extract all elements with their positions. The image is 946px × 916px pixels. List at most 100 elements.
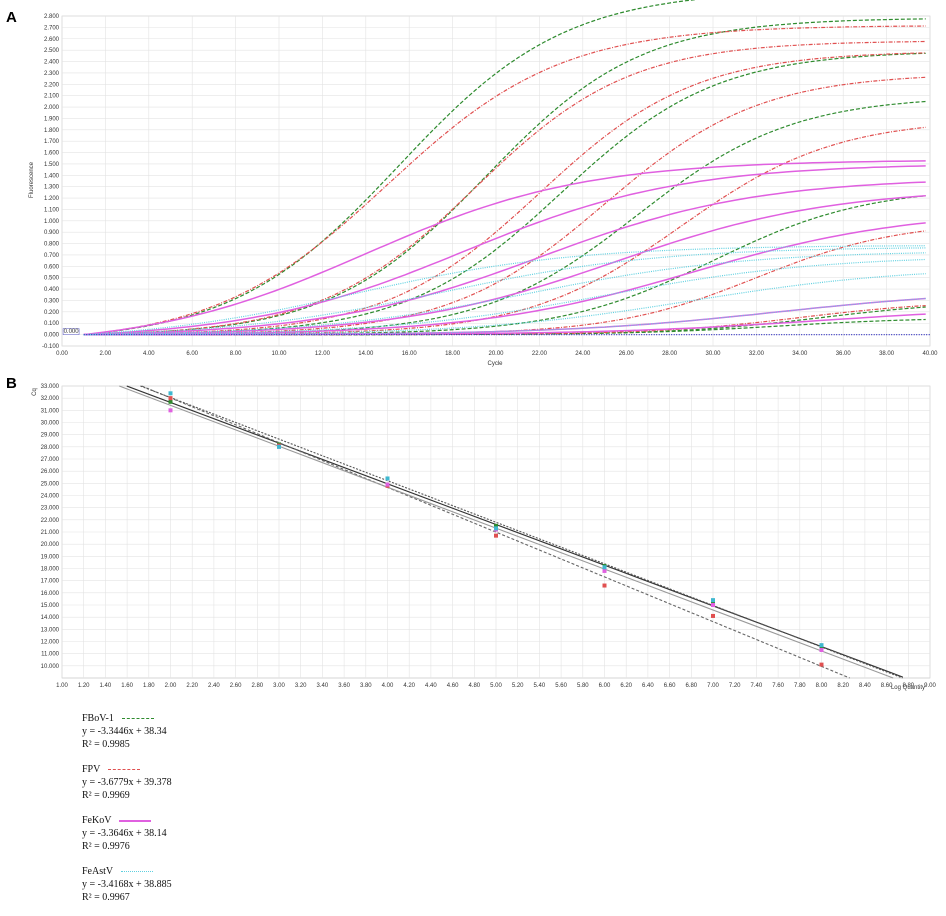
x-tick-label: 1.40: [100, 683, 112, 689]
y-tick-label: 12.000: [41, 640, 60, 646]
legend-entry-fbov1: FBoV-1 y = -3.3446x + 38.34 R² = 0.9985: [82, 712, 382, 751]
regression-legend: FBoV-1 y = -3.3446x + 38.34 R² = 0.9985 …: [82, 712, 382, 916]
data-point-fpv: [711, 613, 715, 618]
x-tick-label: 30.00: [705, 351, 721, 357]
y-tick-label: 1.400: [44, 173, 60, 179]
y-tick-label: 30.000: [41, 421, 60, 427]
x-tick-label: 34.00: [792, 351, 808, 357]
x-tick-label: 6.40: [642, 683, 654, 689]
legend-equation: y = -3.4168x + 38.885: [82, 879, 172, 890]
x-tick-label: 3.40: [317, 683, 329, 689]
x-tick-label: 5.20: [512, 683, 524, 689]
x-tick-label: 24.00: [575, 351, 591, 357]
legend-entry-feastv: FeAstV y = -3.4168x + 38.885 R² = 0.9967: [82, 865, 382, 904]
y-tick-label: 2.700: [44, 25, 60, 31]
data-point-fbov-1: [168, 399, 173, 404]
y-tick-label: 2.800: [44, 14, 60, 20]
x-tick-label: 3.80: [360, 683, 372, 689]
x-tick-label: 28.00: [662, 351, 678, 357]
y-tick-label: 2.300: [44, 71, 60, 77]
y-tick-label: 1.500: [44, 162, 60, 168]
legend-name: FPV: [82, 764, 101, 775]
x-tick-label: 4.20: [403, 683, 415, 689]
x-tick-label: 1.60: [121, 683, 133, 689]
x-tick-label: 7.00: [707, 683, 719, 689]
y-tick-label: 0.700: [44, 253, 60, 259]
y-tick-label: 29.000: [41, 433, 60, 439]
y-tick-label: 18.000: [41, 567, 60, 573]
y-tick-label: 23.000: [41, 506, 60, 512]
x-axis-label: Cycle: [487, 361, 503, 367]
y-tick-label: 14.000: [41, 615, 60, 621]
x-tick-label: 32.00: [749, 351, 765, 357]
y-tick-label: 1.600: [44, 151, 60, 157]
x-tick-label: 4.00: [382, 683, 394, 689]
y-tick-label: 2.200: [44, 82, 60, 88]
data-point-fpv: [602, 583, 607, 588]
x-tick-label: 7.80: [794, 683, 806, 689]
y-tick-label: 31.000: [41, 408, 60, 414]
x-axis-label: Log Quantity: [891, 685, 925, 691]
y-tick-label: 0.800: [44, 242, 60, 248]
y-tick-label: 27.000: [41, 457, 60, 463]
x-tick-label: 3.60: [338, 683, 350, 689]
y-tick-label: -0.100: [42, 344, 60, 350]
legend-r2: R² = 0.9976: [82, 841, 130, 852]
y-tick-label: 24.000: [41, 494, 60, 500]
legend-entry-fekov: FeKoV y = -3.3646x + 38.14 R² = 0.9976: [82, 814, 382, 853]
y-tick-label: 1.800: [44, 128, 60, 134]
x-tick-label: 1.80: [143, 683, 155, 689]
y-tick-label: 0.200: [44, 310, 60, 316]
x-tick-label: 8.40: [859, 683, 871, 689]
y-tick-label: 15.000: [41, 603, 60, 609]
x-tick-label: 2.40: [208, 683, 220, 689]
x-tick-label: 3.00: [273, 683, 285, 689]
threshold-label: 0.000: [64, 329, 80, 335]
x-tick-label: 18.00: [445, 351, 461, 357]
y-tick-label: 20.000: [41, 542, 60, 548]
y-tick-label: 26.000: [41, 469, 60, 475]
data-point-feastv: [494, 526, 498, 531]
x-tick-label: 6.20: [620, 683, 632, 689]
x-tick-label: 2.20: [186, 683, 198, 689]
y-tick-label: 2.400: [44, 60, 60, 66]
x-tick-label: 40.00: [922, 351, 938, 357]
data-point-fekov: [168, 408, 173, 413]
x-tick-label: 4.40: [425, 683, 437, 689]
x-tick-label: 36.00: [836, 351, 852, 357]
y-tick-label: 28.000: [41, 445, 60, 451]
x-tick-label: 22.00: [532, 351, 548, 357]
x-tick-label: 3.20: [295, 683, 307, 689]
x-tick-label: 5.80: [577, 683, 589, 689]
data-point-fpv: [168, 396, 173, 401]
data-point-feastv: [819, 643, 824, 648]
data-point-fekov: [602, 568, 607, 573]
amplification-chart: A 0.00 2.00 4.00 6.00 8.00 10.00 12.00 14.00 16.…: [6, 0, 938, 367]
y-tick-label: 1.900: [44, 116, 60, 122]
legend-equation: y = -3.3446x + 38.34: [82, 726, 167, 737]
y-tick-label: 0.100: [44, 321, 60, 327]
x-tick-label: 20.00: [488, 351, 504, 357]
legend-swatch: [119, 819, 152, 822]
x-tick-label: 6.80: [685, 683, 697, 689]
y-tick-label: 1.300: [44, 185, 60, 191]
y-tick-label: 0.600: [44, 264, 60, 270]
legend-swatch: [121, 871, 154, 873]
x-tick-label: 4.80: [468, 683, 480, 689]
x-tick-label: 16.00: [402, 351, 418, 357]
data-point-fpv: [494, 533, 498, 538]
standard-curve-chart: B 1.00 1.20 1.40 1.60 1.80 2.00 2.20 2.40 2.60 2.…: [6, 375, 936, 691]
x-tick-label: 8.00: [816, 683, 828, 689]
y-axis-label: Fluorescence: [29, 161, 35, 198]
y-tick-label: 33.000: [41, 384, 60, 390]
x-tick-label: 10.00: [271, 351, 287, 357]
data-point-feastv: [168, 391, 173, 396]
legend-swatch: [121, 718, 154, 720]
x-tick-label: 0.00: [56, 351, 68, 357]
y-tick-label: 2.500: [44, 48, 60, 54]
y-tick-label: 19.000: [41, 554, 60, 560]
y-tick-label: 17.000: [41, 579, 60, 585]
x-tick-label: 2.60: [230, 683, 242, 689]
data-point-fekov: [711, 603, 715, 607]
y-axis-label: Cq: [32, 388, 38, 396]
